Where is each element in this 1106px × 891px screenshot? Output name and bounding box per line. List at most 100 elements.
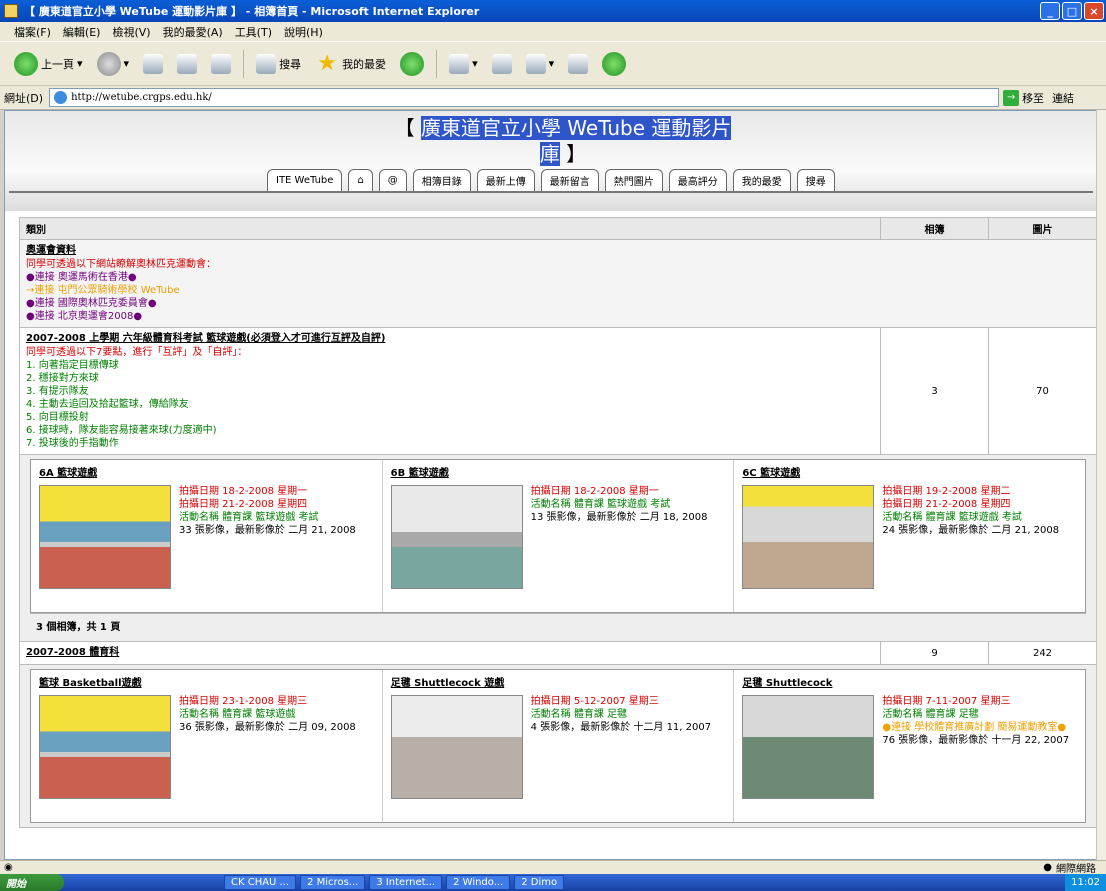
menu-edit[interactable]: 編輯(E) [63, 24, 101, 40]
window-title: 【 廣東道官立小學 WeTube 運動影片庫 】 - 相簿首頁 - Micros… [24, 5, 480, 18]
home-icon [211, 53, 232, 74]
ie-page-icon [54, 91, 68, 104]
album-thumbnail[interactable] [390, 485, 523, 589]
refresh-icon [177, 53, 198, 74]
taskbar: 開始 CK CHAU ... 2 Micros... 3 Internet...… [0, 874, 1106, 891]
taskbar-item[interactable]: 3 Internet... [369, 875, 443, 890]
album-thumbnail[interactable] [39, 485, 171, 589]
tab-latest-comments[interactable]: 最新留言 [540, 169, 599, 191]
menu-file[interactable]: 檔案(F) [14, 24, 51, 40]
messenger-button[interactable] [598, 50, 630, 78]
globe-icon: ● [1043, 862, 1052, 873]
album-count: 3 [880, 327, 989, 455]
history-icon [400, 51, 425, 76]
stop-button[interactable] [139, 52, 167, 76]
back-arrow-icon [14, 51, 38, 76]
go-button[interactable]: → 移至 [1003, 89, 1044, 106]
picture-count: 70 [988, 327, 1097, 455]
tab-ite-wetube[interactable]: ITE WeTube [267, 169, 343, 191]
taskbar-item[interactable]: 2 Micros... [300, 875, 366, 890]
vertical-scrollbar[interactable] [1096, 110, 1106, 860]
category-olympic: 奧運會資料 同學可透過以下網站瞭解奧林匹克運動會： ●連接 奧運馬術在香港● →… [19, 239, 1097, 328]
picture-count: 242 [988, 641, 1097, 665]
menu-bar: 檔案(F) 編輯(E) 檢視(V) 我的最愛(A) 工具(T) 說明(H) [0, 22, 1106, 42]
star-icon: ★ [317, 50, 337, 76]
home-button[interactable] [207, 52, 235, 76]
tab-latest-upload[interactable]: 最新上傳 [476, 169, 535, 191]
category-title[interactable]: 2007-2008 體育科 [26, 646, 874, 659]
album-card: 6C 籃球遊戲 拍攝日期 19-2-2008 星期二 拍攝日期 21-2-200… [734, 460, 1085, 612]
folder-button[interactable] [564, 52, 592, 76]
ie-app-icon [4, 4, 18, 18]
edit-button[interactable]: ▾ [522, 52, 559, 76]
album-title[interactable]: 6B 籃球遊戲 [391, 464, 726, 479]
print-button[interactable] [488, 52, 516, 76]
album-thumbnail[interactable] [742, 485, 875, 589]
security-zone: ● 網際網路 [1043, 862, 1096, 875]
tab-contact[interactable]: @ [378, 169, 407, 191]
favorites-button[interactable]: ★ 我的最愛 [311, 50, 390, 78]
search-button[interactable]: 搜尋 [252, 52, 305, 76]
taskbar-item[interactable]: CK CHAU ... [224, 875, 297, 890]
category-title[interactable]: 奧運會資料 [26, 244, 1090, 257]
close-button[interactable]: × [1084, 2, 1104, 20]
album-thumbnail[interactable] [742, 695, 875, 799]
window-titlebar: 【 廣東道官立小學 WeTube 運動影片庫 】 - 相簿首頁 - Micros… [0, 0, 1106, 22]
back-button[interactable]: 上一頁 ▾ [10, 50, 87, 78]
album-thumbnail[interactable] [390, 695, 523, 799]
menu-view[interactable]: 檢視(V) [112, 24, 150, 40]
album-card: 足毽 Shuttlecock 遊戲 拍攝日期 5-12-2007 星期三 活動名… [383, 670, 735, 822]
tab-my-favorites[interactable]: 我的最愛 [732, 169, 791, 191]
forward-arrow-icon [96, 51, 121, 76]
menu-favorites[interactable]: 我的最愛(A) [163, 24, 223, 40]
edit-icon [525, 53, 546, 74]
album-card: 足毽 Shuttlecock 拍攝日期 7-11-2007 星期三 活動名稱 體… [734, 670, 1085, 822]
maximize-button[interactable]: □ [1062, 2, 1082, 20]
category-pe: 2007-2008 體育科 9 242 [19, 641, 1097, 665]
link-ioc[interactable]: ●連接 國際奧林匹克委員會● [26, 297, 1090, 310]
minimize-button[interactable]: _ [1040, 2, 1060, 20]
tab-home[interactable]: ⌂ [348, 169, 373, 191]
category-title[interactable]: 2007-2008 上學期 六年級體育科考試 籃球遊戲(必須登入才可進行互評及自… [26, 332, 874, 345]
messenger-icon [602, 51, 627, 76]
clock: 11:02 [1071, 877, 1100, 888]
album-title[interactable]: 足毽 Shuttlecock [742, 674, 1077, 689]
taskbar-item[interactable]: 2 Windo... [446, 875, 511, 890]
album-count: 9 [880, 641, 989, 665]
link-hk-equestrian[interactable]: ●連接 奧運馬術在香港● [26, 271, 1090, 284]
system-tray: 11:02 [1065, 874, 1106, 891]
links-label[interactable]: 連結 [1052, 90, 1074, 106]
history-button[interactable] [396, 50, 428, 78]
stop-icon [143, 53, 164, 74]
tab-top-rated[interactable]: 最高評分 [668, 169, 727, 191]
album-thumbnail[interactable] [39, 695, 171, 799]
category-exam: 2007-2008 上學期 六年級體育科考試 籃球遊戲(必須登入才可進行互評及自… [19, 327, 1097, 455]
album-title[interactable]: 籃球 Basketball遊戲 [39, 674, 374, 689]
col-category: 類別 [19, 217, 881, 240]
print-icon [491, 53, 512, 74]
link-sports-promotion[interactable]: ●連接 學校體育推廣計劃 簡易運動教室● [882, 721, 1069, 734]
site-banner: 【 廣東道官立小學 WeTube 運動影片庫 】 ITE WeTube ⌂ @ … [5, 111, 1097, 211]
tab-popular[interactable]: 熱門圖片 [604, 169, 663, 191]
tab-album-list[interactable]: 相簿目錄 [412, 169, 471, 191]
nav-tabs: ITE WeTube ⌂ @ 相簿目錄 最新上傳 最新留言 熱門圖片 最高評分 … [267, 169, 835, 191]
link-beijing-2008[interactable]: ●連接 北京奧運會2008● [26, 310, 1090, 323]
refresh-button[interactable] [173, 52, 201, 76]
forward-button[interactable]: ▾ [93, 50, 134, 78]
tab-search[interactable]: 搜尋 [796, 169, 835, 191]
mail-button[interactable]: ▾ [445, 52, 482, 76]
start-button[interactable]: 開始 [0, 874, 64, 891]
menu-help[interactable]: 說明(H) [284, 24, 323, 40]
address-input[interactable]: http://wetube.crgps.edu.hk/ [49, 88, 1000, 107]
album-title[interactable]: 6A 籃球遊戲 [39, 464, 374, 479]
go-arrow-icon: → [1003, 89, 1020, 106]
album-title[interactable]: 足毽 Shuttlecock 遊戲 [391, 674, 726, 689]
album-list: 6A 籃球遊戲 拍攝日期 18-2-2008 星期一 拍攝日期 21-2-200… [30, 459, 1086, 613]
link-tuen-mun-riding[interactable]: →連接 屯門公眾騎術學校 WeTube [26, 284, 1090, 297]
search-icon [256, 53, 277, 74]
menu-tools[interactable]: 工具(T) [235, 24, 272, 40]
taskbar-item[interactable]: 2 Dimo [514, 875, 565, 890]
album-title[interactable]: 6C 籃球遊戲 [742, 464, 1077, 479]
col-albums: 相簿 [880, 217, 989, 240]
album-card: 籃球 Basketball遊戲 拍攝日期 23-1-2008 星期三 活動名稱 … [31, 670, 383, 822]
